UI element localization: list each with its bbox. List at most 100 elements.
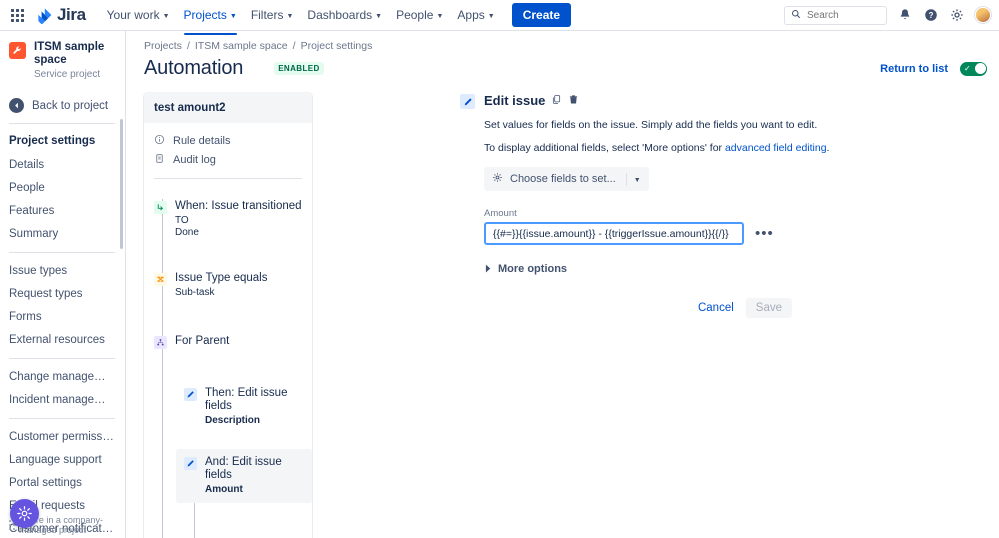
edit-issue-body: Set values for fields on the issue. Simp… [460, 118, 987, 318]
apps-grid-icon[interactable] [6, 4, 28, 26]
help-question-icon[interactable]: ? [923, 7, 939, 23]
rule-node-trigger[interactable]: When: Issue transitioned TO Done [144, 193, 312, 246]
rule-link-label: Rule details [173, 134, 231, 147]
chain-trunk-line [162, 199, 163, 538]
wrench-icon [9, 42, 26, 59]
nav-item-your-work[interactable]: Your work ▼ [100, 3, 177, 27]
nav-item-apps[interactable]: Apps ▼ [450, 3, 501, 27]
rule-node-title: And: Edit issue fields [205, 456, 282, 481]
create-button[interactable]: Create [511, 3, 572, 27]
breadcrumb-item-project-settings[interactable]: Project settings [301, 40, 373, 52]
description-suffix: . [826, 142, 830, 154]
breadcrumb-item-projects[interactable]: Projects [144, 40, 182, 52]
sun-burst-icon[interactable] [10, 499, 39, 528]
rule-node-action-amount[interactable]: And: Edit issue fields Amount [176, 449, 312, 503]
sidebar-item-people[interactable]: People [0, 176, 125, 199]
sidebar-item-change-management[interactable]: Change management [0, 365, 125, 388]
global-navigation-bar: Jira Your work ▼ Projects ▼ Filters ▼ Da… [0, 0, 999, 35]
main-content: Projects / ITSM sample space / Project s… [126, 31, 999, 538]
edit-issue-title-row: Edit issue [484, 93, 579, 108]
breadcrumb: Projects / ITSM sample space / Project s… [144, 40, 987, 52]
nav-item-dashboards[interactable]: Dashboards ▼ [300, 3, 389, 27]
sidebar-item-forms[interactable]: Forms [0, 305, 125, 328]
chevron-down-icon: ▼ [375, 12, 383, 20]
page-header-actions: Return to list ✓ [880, 61, 987, 76]
chevron-right-icon [485, 262, 492, 276]
rule-node-title: Then: Edit issue fields [205, 387, 288, 412]
advanced-field-editing-link[interactable]: advanced field editing [725, 142, 827, 154]
rule-name-header: test amount2 [144, 93, 312, 123]
sidebar-item-language-support[interactable]: Language support [0, 448, 125, 471]
rule-links-group: Rule details Audit log [144, 123, 312, 176]
chevron-down-icon: ▼ [436, 12, 444, 20]
nav-item-filters[interactable]: Filters ▼ [244, 3, 301, 27]
jira-logo-icon [36, 7, 53, 25]
save-button[interactable]: Save [745, 298, 792, 318]
sidebar-item-external-resources[interactable]: External resources [0, 328, 125, 351]
nav-label: Dashboards [307, 8, 373, 22]
sidebar-back-to-project[interactable]: Back to project [0, 91, 125, 120]
pencil-edit-icon [184, 388, 197, 401]
global-search-box[interactable] [784, 5, 887, 25]
amount-input[interactable] [484, 222, 744, 245]
rule-node-title: For Parent [175, 335, 230, 347]
jira-logo-text: Jira [57, 5, 86, 24]
nav-item-projects[interactable]: Projects ▼ [177, 3, 244, 35]
trash-icon[interactable] [568, 94, 579, 108]
search-input[interactable] [805, 8, 880, 22]
page-header: Automation ENABLED Return to list ✓ [144, 57, 987, 80]
info-circle-icon [154, 134, 165, 148]
sidebar-item-request-types[interactable]: Request types [0, 282, 125, 305]
arrow-left-circle-icon [9, 98, 24, 113]
add-component-inner-button[interactable]: Add component [176, 533, 312, 538]
automation-rule-workspace: test amount2 Rule details Audit log When… [144, 93, 987, 538]
search-icon [791, 8, 801, 22]
more-dots-icon[interactable]: ••• [752, 224, 777, 243]
sidebar-item-features[interactable]: Features [0, 199, 125, 222]
settings-gear-icon[interactable] [949, 7, 965, 23]
rule-details-link[interactable]: Rule details [154, 131, 302, 150]
rule-node-branch[interactable]: For Parent [144, 328, 312, 356]
choose-fields-to-set-button[interactable]: Choose fields to set... ▼ [484, 167, 649, 191]
sidebar-divider-2 [9, 252, 115, 253]
sidebar-item-customer-permissions[interactable]: Customer permissions [0, 425, 125, 448]
rule-node-action-description[interactable]: Then: Edit issue fields Description [176, 380, 312, 434]
sidebar-item-details[interactable]: Details [0, 153, 125, 176]
form-actions: Cancel Save [484, 298, 792, 318]
branch-icon [154, 336, 167, 349]
toggle-knob [974, 63, 986, 74]
sidebar-section-title: Project settings [9, 135, 96, 147]
nav-label: Apps [457, 8, 485, 22]
rule-enabled-toggle[interactable]: ✓ [960, 61, 987, 76]
page-title: Automation [144, 57, 244, 79]
cancel-button[interactable]: Cancel [690, 298, 742, 318]
sidebar-item-portal-settings[interactable]: Portal settings [0, 471, 125, 494]
sidebar-item-incident-management[interactable]: Incident management [0, 388, 125, 411]
sidebar-item-issue-types[interactable]: Issue types [0, 259, 125, 282]
project-settings-sidebar: ITSM sample space Service project Back t… [0, 31, 126, 538]
copy-icon[interactable] [551, 94, 562, 108]
sidebar-scrollbar[interactable] [120, 119, 123, 249]
clipboard-list-icon [154, 153, 165, 167]
user-avatar[interactable] [975, 7, 991, 23]
rule-node-title: Issue Type equals [175, 272, 268, 284]
chevron-down-icon: ▼ [487, 12, 495, 20]
rule-node-condition[interactable]: Issue Type equals Sub-task [144, 265, 312, 306]
audit-log-link[interactable]: Audit log [154, 150, 302, 169]
return-to-list-link[interactable]: Return to list [880, 63, 948, 75]
rule-node-sub: Sub-task [175, 287, 215, 298]
sidebar-item-summary[interactable]: Summary [0, 222, 125, 245]
panel-description-1: Set values for fields on the issue. Simp… [484, 119, 818, 131]
panel-description-2: To display additional fields, select 'Mo… [484, 141, 987, 155]
breadcrumb-item-project[interactable]: ITSM sample space [195, 40, 288, 52]
sidebar-project-name: ITSM sample space [34, 41, 105, 66]
rule-node-subtop: TO [175, 215, 189, 226]
jira-logo[interactable]: Jira [36, 5, 86, 25]
sidebar-project-type: Service project [34, 69, 101, 80]
gear-icon [492, 172, 503, 186]
more-options-toggle[interactable]: More options [484, 262, 987, 276]
sidebar-project-header[interactable]: ITSM sample space Service project [0, 41, 125, 80]
rule-node-sub: Amount [205, 484, 243, 495]
notifications-bell-icon[interactable] [897, 7, 913, 23]
nav-item-people[interactable]: People ▼ [389, 3, 450, 27]
